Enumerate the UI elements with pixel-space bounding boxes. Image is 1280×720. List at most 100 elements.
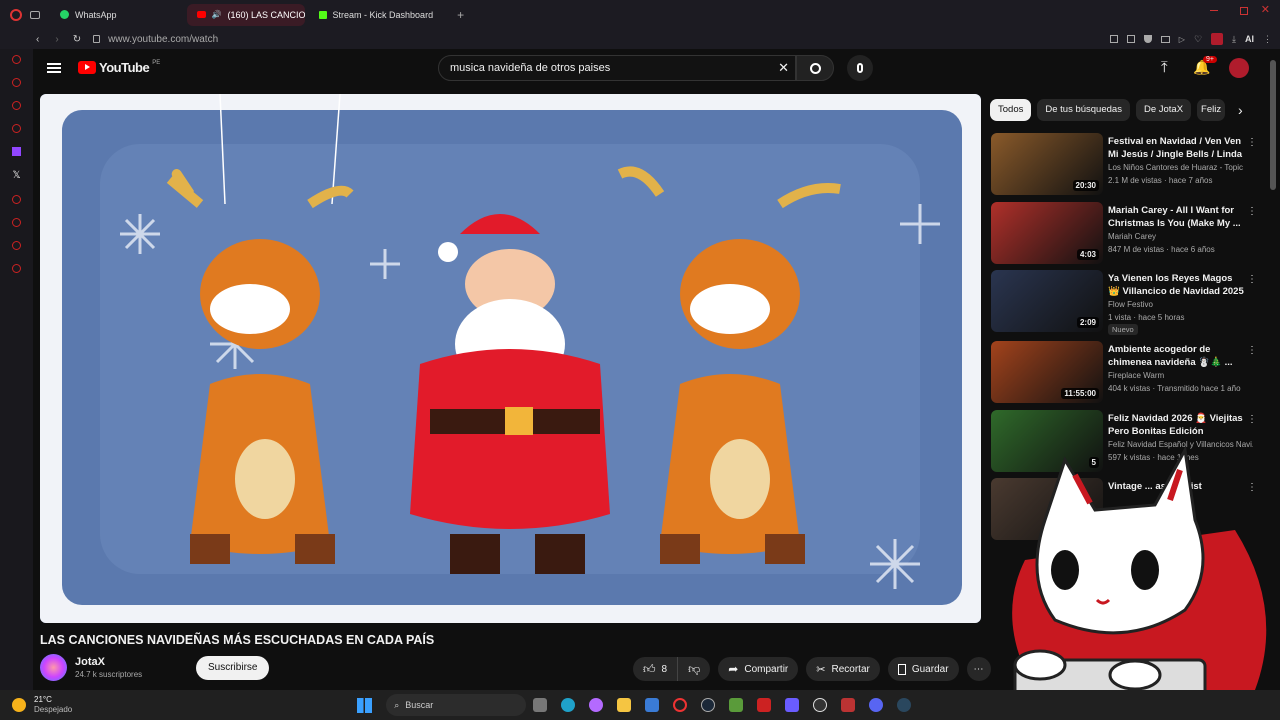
settings-icon[interactable] [12,264,21,273]
sidebar-icon[interactable] [12,241,21,250]
obs-icon[interactable] [813,698,828,712]
search-button[interactable] [796,55,834,81]
discord-icon[interactable] [869,698,884,712]
youtube-logo[interactable]: YouTube PE [78,60,160,75]
save-button[interactable]: Guardar [887,657,959,681]
chip-all[interactable]: Todos [990,99,1032,121]
notifications-button[interactable]: 🔔 9+ [1193,56,1217,77]
recommendation-item[interactable]: 20:30 Festival en Navidad / Ven Ven Mi Je… [991,133,1261,197]
recommendation-title[interactable]: Ambiente acogedor de chimenea navideña ☃… [1108,343,1246,369]
recommendation-channel[interactable]: Flow Festivo [1108,300,1253,309]
recommendation-item[interactable]: 11:55:00 Ambiente acogedor de chimenea na… [991,341,1261,405]
more-options-icon[interactable]: ⋮ [1247,345,1257,356]
dislike-button[interactable]: 👎︎ [677,657,711,681]
tab-youtube[interactable]: 🔊 (160) LAS CANCIONE [186,3,305,26]
shield-icon[interactable] [1143,35,1152,43]
minecraft-icon[interactable] [729,698,744,712]
voice-search-button[interactable] [847,55,873,81]
file-explorer-icon[interactable] [617,698,632,712]
bookmark-icon [897,663,906,675]
recommendation-channel[interactable]: Fireplace Warm [1108,371,1253,380]
taskbar-search[interactable]: ⌕ Buscar [386,694,527,716]
opera-icon[interactable] [673,698,688,712]
ai-button[interactable]: AI [1245,34,1254,44]
upload-icon[interactable]: ⤒ [1161,59,1168,76]
subscribe-button[interactable]: Suscribirse [196,655,270,680]
more-options-icon[interactable]: ⋮ [1247,414,1257,425]
edge-icon[interactable] [561,698,576,712]
share-button[interactable]: ➦ Compartir [718,657,799,681]
video-thumbnail[interactable]: 2:09 [991,270,1103,332]
sidebar-icon[interactable] [12,55,21,64]
x-icon[interactable]: 𝕏 [0,170,33,181]
channel-avatar[interactable] [40,654,67,681]
recommendation-item[interactable]: 2:09 Ya Vienen los Reyes Magos 👑 Villanci… [991,270,1261,335]
chip-from-searches[interactable]: De tus búsquedas [1037,99,1130,121]
play-icon[interactable]: ▷ [1179,35,1185,44]
steam-icon[interactable] [897,698,912,712]
steam-icon[interactable] [701,698,716,712]
more-options-icon[interactable]: ⋮ [1247,274,1257,285]
like-button[interactable]: 👍︎ 8 [633,657,678,681]
pin-icon[interactable] [1109,35,1118,43]
url-field[interactable]: www.youtube.com/watch [108,34,218,45]
weather-widget[interactable]: 21°C Despejado [34,695,72,715]
sidebar-icon[interactable] [12,101,21,110]
winrar-icon[interactable] [757,698,772,712]
camera-icon[interactable] [1160,35,1170,43]
forward-icon[interactable]: › [55,34,58,45]
opera-logo-icon[interactable] [10,8,22,21]
clear-search-icon[interactable]: ✕ [778,56,789,80]
window-minimize-button[interactable] [1210,10,1218,11]
speaker-icon[interactable]: 🔊 [212,10,222,19]
app-icon[interactable] [841,698,856,712]
download-icon[interactable]: ⤓ [1232,34,1236,45]
recommendation-title[interactable]: Festival en Navidad / Ven Ven Mi Jesús /… [1108,135,1246,161]
task-view-icon[interactable] [533,698,548,712]
chip-from-channel[interactable]: De JotaX [1135,99,1192,121]
window-maximize-button[interactable] [1240,7,1248,15]
tab-overview-icon[interactable] [30,10,40,19]
tab-whatsapp[interactable]: WhatsApp [50,4,127,26]
recommendation-item[interactable]: 4:03 Mariah Carey - All I Want for Christ… [991,202,1261,266]
heart-icon[interactable]: ♡ [1194,34,1202,45]
tab-kick[interactable]: Stream - Kick Dashboard [309,4,444,26]
more-options-icon[interactable]: ⋮ [1247,137,1257,148]
video-thumbnail[interactable]: 11:55:00 [991,341,1103,403]
app-icon[interactable] [785,698,800,712]
video-player[interactable] [40,94,981,623]
clip-button[interactable]: ✂ Recortar [806,657,880,681]
recommendation-title[interactable]: Feliz Navidad 2026 🎅 Viejitas Pero Bonit… [1108,412,1246,438]
page-scrollbar[interactable] [1270,60,1276,190]
recommendation-channel[interactable]: Mariah Carey [1108,232,1253,241]
video-thumbnail[interactable]: 20:30 [991,133,1103,195]
weather-icon[interactable] [12,698,26,712]
hamburger-menu-icon[interactable] [47,63,61,73]
windows-start-icon[interactable] [357,697,373,713]
twitch-icon[interactable] [12,147,21,156]
sidebar-icon[interactable] [12,218,21,227]
copilot-icon[interactable] [589,698,604,712]
store-icon[interactable] [645,698,660,712]
profile-icon[interactable] [1211,33,1224,45]
recommendation-title[interactable]: Ya Vienen los Reyes Magos 👑 Villancico d… [1108,272,1246,298]
recommendation-title[interactable]: Mariah Carey - All I Want for Christmas … [1108,204,1246,230]
chevron-right-icon[interactable]: › [1238,102,1243,118]
new-tab-button[interactable]: + [457,8,464,22]
menu-icon[interactable]: ⋮ [1263,34,1272,45]
chip-feliz[interactable]: Feliz [1197,99,1226,121]
video-title: LAS CANCIONES NAVIDEÑAS MÁS ESCUCHADAS E… [40,633,435,647]
recommendation-channel[interactable]: Los Niños Cantores de Huaraz - Topic [1108,163,1253,172]
channel-name[interactable]: JotaX [75,656,153,668]
window-close-button[interactable]: ✕ [1261,3,1270,16]
sidebar-icon[interactable] [12,195,21,204]
search-input[interactable]: musica navideña de otros paises ✕ [438,55,796,81]
more-options-icon[interactable]: ⋮ [1247,206,1257,217]
sidebar-icon[interactable] [12,124,21,133]
video-thumbnail[interactable]: 4:03 [991,202,1103,264]
account-avatar[interactable] [1229,58,1249,78]
screenshot-icon[interactable] [1126,35,1135,43]
sidebar-icon[interactable] [12,78,21,87]
reload-icon[interactable]: ↻ [73,34,81,45]
back-icon[interactable]: ‹ [36,34,39,45]
